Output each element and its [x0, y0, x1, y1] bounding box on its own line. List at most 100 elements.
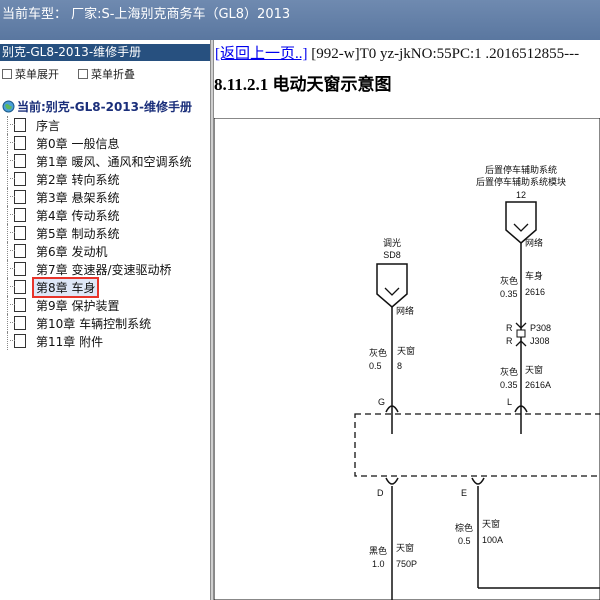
page-icon — [10, 226, 26, 240]
globe-icon — [2, 100, 15, 113]
tree-item[interactable]: 序言 — [7, 116, 210, 134]
wire4-size: 0.5 — [458, 536, 471, 546]
wire2-circuit: 天窗 — [397, 345, 415, 356]
tree-item[interactable]: 第9章 保护装置 — [7, 296, 210, 314]
conn-r-bottom: R — [506, 336, 513, 346]
tree-item-label: 第6章 发动机 — [36, 244, 108, 259]
tree-root[interactable]: 当前:别克-GL8-2013-维修手册 — [2, 98, 192, 115]
dimmer-pin: SD8 — [383, 250, 401, 260]
page-icon — [10, 316, 26, 330]
wire2-color: 灰色 — [369, 347, 387, 358]
wire3-color: 灰色 — [500, 366, 518, 377]
sunroof-wiring-diagram: 后置停车辅助系统 后置停车辅助系统模块 12 网络 调光 SD8 网络 灰色 0… — [214, 118, 600, 600]
collapse-icon — [78, 69, 88, 79]
conn-r-top: R — [506, 323, 513, 333]
page-icon — [10, 262, 26, 276]
tree-item-label: 第10章 车辆控制系统 — [36, 316, 152, 331]
wire1-size: 0.35 — [500, 289, 518, 299]
page-icon — [10, 118, 26, 132]
tree-item[interactable]: 第11章 附件 — [7, 332, 210, 350]
tree-item[interactable]: 第2章 转向系统 — [7, 170, 210, 188]
tree-item-label: 第11章 附件 — [36, 334, 104, 349]
tree-item[interactable]: 第0章 一般信息 — [7, 134, 210, 152]
dimmer-label: 调光 — [383, 237, 401, 248]
tree-item[interactable]: 第8章 车身 — [7, 276, 210, 298]
page-icon — [10, 334, 26, 348]
page-icon — [10, 154, 26, 168]
network-label-left: 网络 — [396, 305, 414, 316]
page-title: 8.11.2.1 电动天窗示意图 — [214, 75, 392, 94]
expand-icon — [2, 69, 12, 79]
doc-id: [992-w]T0 yz-jkNO:55PC:1 .2016512855--- — [307, 46, 580, 62]
wire5-color: 黑色 — [369, 545, 387, 556]
chapter-tree: 序言第0章 一般信息第1章 暖风、通风和空调系统 第2章 转向系统 第3章 悬架系统… — [7, 116, 210, 350]
back-link[interactable]: [返回上一页..] — [215, 46, 308, 62]
page-icon — [10, 298, 26, 312]
module-pin: 12 — [516, 190, 526, 200]
vehicle-title: 当前车型： 厂家:S-上海别克商务车（GL8）2013 — [2, 7, 291, 22]
page-icon — [10, 172, 26, 186]
tree-item-label: 第9章 保护装置 — [36, 298, 120, 313]
wire4-circuit: 天窗 — [482, 518, 500, 529]
pin-e: E — [461, 488, 467, 498]
sidebar-title: 别克-GL8-2013-维修手册 — [2, 45, 142, 59]
wire3-num: 2616A — [525, 380, 551, 390]
diagram-frame — [214, 118, 600, 600]
collapse-menu-button[interactable]: 菜单折叠 — [78, 66, 135, 82]
wire2-num: 8 — [397, 361, 402, 371]
wire1-color: 灰色 — [500, 275, 518, 286]
pin-l: L — [507, 397, 512, 407]
wire1-num: 2616 — [525, 287, 545, 297]
page-icon — [10, 280, 26, 294]
wire4-num: 100A — [482, 535, 503, 545]
tree-item[interactable]: 第1章 暖风、通风和空调系统 — [7, 152, 210, 170]
page-icon — [10, 244, 26, 258]
tree-item-label: 第7章 变速器/变速驱动桥 — [36, 262, 172, 277]
page-icon — [10, 136, 26, 150]
pin-d-connector — [385, 477, 399, 485]
tree-item-label: 第4章 传动系统 — [36, 208, 120, 223]
wire5-size: 1.0 — [372, 559, 385, 569]
module-label-2: 后置停车辅助系统模块 — [476, 176, 566, 187]
tree-item[interactable]: 第3章 悬架系统 — [7, 188, 210, 206]
tree-item-label: 第3章 悬架系统 — [36, 190, 120, 205]
page-icon — [10, 190, 26, 204]
collapse-menu-label: 菜单折叠 — [91, 68, 135, 81]
wire5-circuit: 天窗 — [396, 542, 414, 553]
tree-item-label: 序言 — [36, 118, 61, 133]
expand-menu-label: 菜单展开 — [15, 68, 59, 81]
tree-item[interactable]: 第4章 传动系统 — [7, 206, 210, 224]
pin-g: G — [378, 397, 385, 407]
page-icon — [10, 208, 26, 222]
tree-item-label: 第0章 一般信息 — [36, 136, 120, 151]
nav-line: [返回上一页..] [992-w]T0 yz-jkNO:55PC:1 .2016… — [215, 42, 579, 63]
module-label-1: 后置停车辅助系统 — [485, 164, 557, 175]
tree-item[interactable]: 第5章 制动系统 — [7, 224, 210, 242]
wire3-size: 0.35 — [500, 380, 518, 390]
tree-item-label: 第2章 转向系统 — [36, 172, 120, 187]
tree-item[interactable]: 第7章 变速器/变速驱动桥 — [7, 260, 210, 278]
network-label-right: 网络 — [525, 237, 543, 248]
wire4-color: 棕色 — [455, 522, 473, 533]
tree-item-label: 第8章 车身 — [32, 276, 100, 298]
conn-p308: P308 — [530, 323, 551, 333]
sidebar-title-bar: 别克-GL8-2013-维修手册 — [0, 44, 210, 61]
expand-menu-button[interactable]: 菜单展开 — [2, 66, 59, 82]
dimmer-connector — [376, 263, 408, 308]
tree-item-label: 第1章 暖风、通风和空调系统 — [36, 154, 192, 169]
wire1-circuit: 车身 — [525, 270, 543, 281]
conn-j308: J308 — [530, 336, 550, 346]
content-pane: [返回上一页..] [992-w]T0 yz-jkNO:55PC:1 .2016… — [214, 40, 600, 600]
sidebar: 别克-GL8-2013-维修手册 菜单展开 菜单折叠 当前:别克-GL8-201… — [0, 40, 210, 600]
pin-e-connector — [471, 477, 485, 485]
wire2-size: 0.5 — [369, 361, 382, 371]
tree-item-label: 第5章 制动系统 — [36, 226, 120, 241]
pin-d: D — [377, 488, 384, 498]
tree-item[interactable]: 第6章 发动机 — [7, 242, 210, 260]
wire5-num: 750P — [396, 559, 417, 569]
module-connector — [505, 201, 537, 244]
title-bar: 当前车型： 厂家:S-上海别克商务车（GL8）2013 — [0, 0, 600, 40]
tree-root-label: 当前:别克-GL8-2013-维修手册 — [17, 100, 192, 114]
tree-item[interactable]: 第10章 车辆控制系统 — [7, 314, 210, 332]
wire3-circuit: 天窗 — [525, 364, 543, 375]
